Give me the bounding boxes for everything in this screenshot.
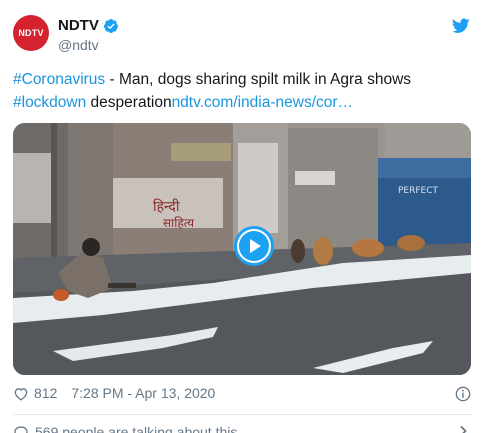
video-thumbnail[interactable]: हिन्दी साहित्य PERFECT xyxy=(13,123,471,375)
hashtag-coronavirus[interactable]: #Coronavirus xyxy=(13,71,105,88)
chevron-right-icon[interactable] xyxy=(457,425,469,433)
tweet-timestamp[interactable]: 7:28 PM - Apr 13, 2020 xyxy=(71,385,215,401)
play-button[interactable] xyxy=(234,226,274,266)
play-icon xyxy=(239,231,269,261)
hashtag-lockdown[interactable]: #lockdown xyxy=(13,94,86,111)
shop-sign-text-2: साहित्य xyxy=(163,216,195,230)
talking-count-text: 569 people are talking about this xyxy=(35,424,238,433)
shop-sign-text-3: PERFECT xyxy=(398,186,439,196)
play-triangle xyxy=(250,239,261,253)
verified-badge-icon xyxy=(103,18,118,33)
tweet-meta-row: 812 7:28 PM - Apr 13, 2020 xyxy=(13,385,215,401)
comment-bubble-icon xyxy=(14,426,28,433)
shop-sign-text-1: हिन्दी xyxy=(153,198,180,215)
heart-icon[interactable] xyxy=(13,386,29,401)
tweet-body-2: desperation xyxy=(86,94,172,111)
author-display-name[interactable]: NDTV xyxy=(58,17,99,34)
info-icon[interactable] xyxy=(455,386,471,402)
tweet-text: #Coronavirus - Man, dogs sharing spilt m… xyxy=(13,68,475,114)
author-name-row: NDTV xyxy=(58,17,119,34)
author-handle[interactable]: @ndtv xyxy=(58,37,99,53)
conversation-row[interactable]: 569 people are talking about this xyxy=(13,424,237,433)
tweet-link[interactable]: ndtv.com/india-news/cor… xyxy=(172,94,353,111)
avatar-logo-text: NDTV xyxy=(18,28,44,38)
like-count[interactable]: 812 xyxy=(34,385,57,401)
twitter-bird-icon[interactable] xyxy=(452,18,470,34)
footer-divider xyxy=(13,414,471,415)
tweet-body-1: - Man, dogs sharing spilt milk in Agra s… xyxy=(105,71,412,88)
embedded-tweet-card: NDTV NDTV @ndtv #Coronavirus - Man, dogs… xyxy=(0,0,487,433)
author-avatar[interactable]: NDTV xyxy=(13,15,49,51)
